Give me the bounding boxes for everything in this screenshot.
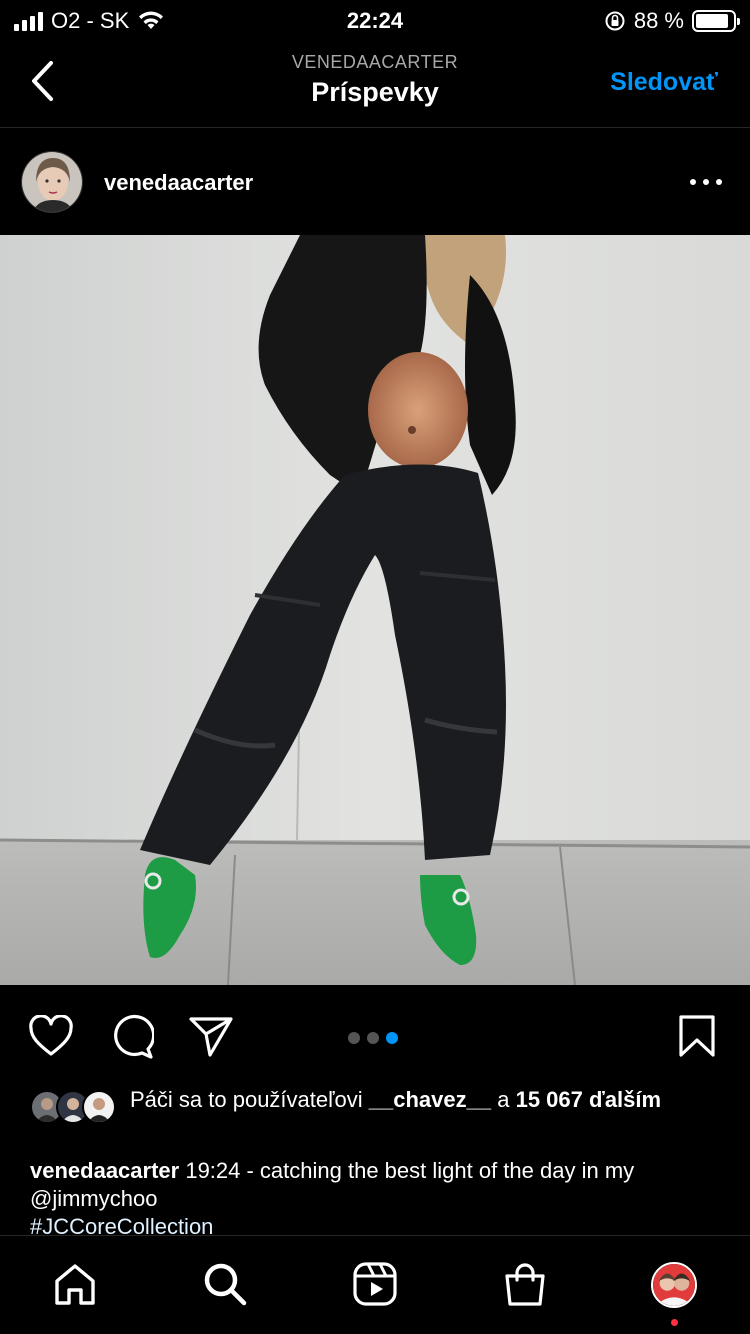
notification-dot (671, 1319, 678, 1326)
status-bar: O2 - SK 22:24 88 % (0, 0, 750, 42)
search-icon (204, 1263, 247, 1306)
status-right: 88 % (604, 8, 740, 34)
carousel-indicator (348, 1032, 398, 1044)
carousel-dot (367, 1032, 379, 1044)
post-photo[interactable] (0, 235, 750, 985)
more-options-button[interactable] (690, 170, 722, 194)
comment-button[interactable] (108, 1013, 154, 1059)
paper-plane-icon (189, 1017, 233, 1057)
heart-icon (29, 1015, 73, 1056)
save-button[interactable] (674, 1013, 720, 1059)
home-icon (55, 1264, 95, 1305)
likes-middle: a (491, 1087, 516, 1112)
likes-suffix[interactable]: ďalším (589, 1087, 661, 1112)
follow-button[interactable]: Sledovať (610, 68, 718, 97)
tab-bar (0, 1235, 750, 1334)
more-horizontal-icon (690, 179, 696, 185)
tab-home[interactable] (49, 1258, 101, 1310)
like-avatars (30, 1090, 122, 1124)
caption-username[interactable]: venedaacarter (30, 1158, 179, 1183)
tab-reels[interactable] (349, 1258, 401, 1310)
carousel-dot (386, 1032, 398, 1044)
comment-icon (114, 1014, 154, 1059)
like-button[interactable] (28, 1013, 74, 1059)
reels-icon (353, 1262, 397, 1306)
like-avatar (82, 1090, 116, 1124)
likes-count[interactable]: 15 067 (516, 1087, 583, 1112)
share-button[interactable] (188, 1013, 234, 1059)
caption: venedaacarter 19:24 - catching the best … (30, 1157, 720, 1235)
battery-fill (696, 14, 728, 28)
liked-by-user[interactable]: __chavez__ (369, 1087, 491, 1112)
avatar[interactable] (21, 151, 83, 213)
profile-avatar (653, 1264, 695, 1306)
orientation-lock-icon (605, 11, 625, 31)
post-header: venedaacarter (0, 130, 750, 234)
battery-icon (692, 10, 740, 32)
likes-prefix: Páči sa to používateľovi (130, 1087, 369, 1112)
post-username[interactable]: venedaacarter (104, 170, 253, 196)
likes-text: Páči sa to používateľovi __chavez__ a 15… (130, 1086, 730, 1114)
caption-hashtag[interactable]: #JCCoreCollection (30, 1214, 213, 1235)
shop-bag-icon (505, 1263, 545, 1306)
tab-search[interactable] (199, 1258, 251, 1310)
bookmark-icon (679, 1015, 715, 1057)
tab-shop[interactable] (499, 1258, 551, 1310)
post-image (0, 235, 750, 985)
tab-profile[interactable] (651, 1262, 697, 1308)
battery-percent: 88 % (633, 8, 684, 33)
nav-header: VENEDAACARTER Príspevky Sledovať (0, 42, 750, 128)
action-bar (0, 1005, 750, 1065)
carousel-dot (348, 1032, 360, 1044)
